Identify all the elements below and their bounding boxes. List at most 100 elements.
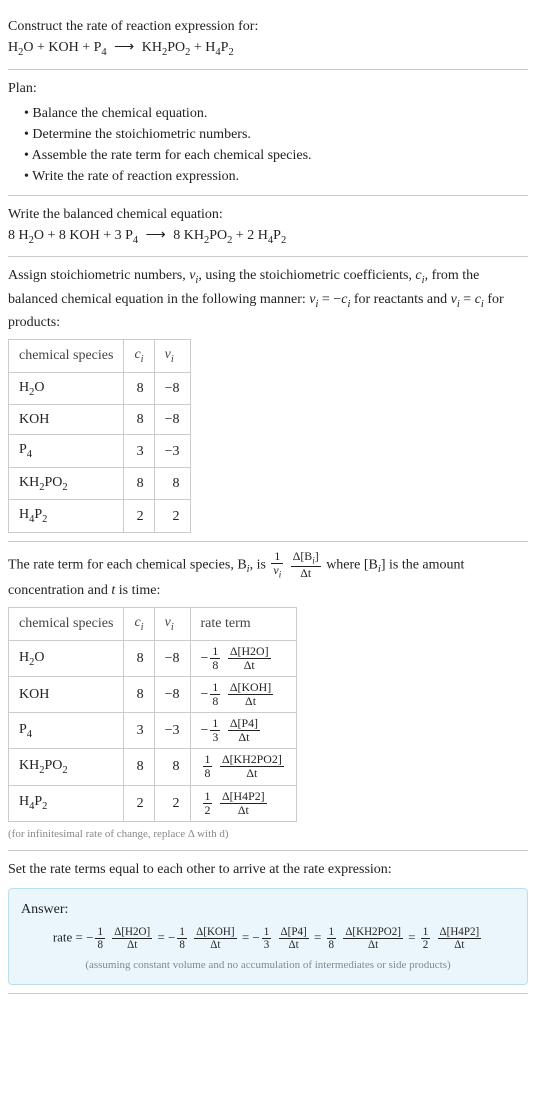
- fraction: Δ[KH2PO2]Δt: [220, 753, 284, 780]
- eq-sub: 2: [281, 234, 286, 245]
- eq-text: O + 8 KOH + 3 P: [34, 228, 133, 243]
- eq-text: P: [273, 228, 281, 243]
- text: is time:: [115, 583, 160, 598]
- col-header-species: chemical species: [9, 340, 124, 373]
- rateterm-cell: −18 Δ[H2O]Δt: [190, 640, 296, 676]
- sign: −: [168, 930, 175, 945]
- fraction: Δ[H4P2]Δt: [438, 926, 482, 951]
- frac-num: Δ[Bi]: [291, 550, 321, 567]
- frac-den: 8: [327, 939, 337, 951]
- table-row: P4 3 −3 −13 Δ[P4]Δt: [9, 713, 297, 749]
- sub: 4: [27, 729, 32, 740]
- assign-text: Assign stoichiometric numbers, νi, using…: [8, 265, 528, 333]
- fraction: 18: [203, 753, 213, 780]
- text: P: [34, 794, 42, 809]
- eq-lhs: O + KOH + P: [23, 40, 101, 55]
- col-header-species: chemical species: [9, 608, 124, 641]
- ci-cell: 2: [124, 500, 154, 533]
- sign: −: [86, 930, 93, 945]
- rateterm-table: chemical species ci νi rate term H 2 O 8 −…: [8, 607, 297, 821]
- fraction: 12: [421, 926, 431, 951]
- table-row: P4 3 −3: [9, 435, 191, 468]
- plan-heading: Plan:: [8, 78, 528, 99]
- eq-rhs: + H: [190, 40, 215, 55]
- frac-num: Δ[KOH]: [194, 926, 236, 939]
- frac-den: Δt: [228, 731, 260, 744]
- species-cell: P4: [9, 435, 124, 468]
- fraction: Δ[Bi] Δt: [291, 550, 321, 580]
- frac-den: Δt: [228, 659, 271, 672]
- ci-cell: 8: [124, 640, 154, 676]
- frac-den: Δt: [343, 939, 403, 951]
- text: Assign stoichiometric numbers,: [8, 268, 189, 283]
- text: P: [19, 442, 27, 457]
- sign: −: [201, 651, 209, 666]
- plan-item: Assemble the rate term for each chemical…: [24, 145, 528, 166]
- text: PO: [44, 758, 62, 773]
- fraction: 12: [203, 790, 213, 817]
- text: , is: [250, 557, 270, 572]
- ci-cell: 2: [124, 785, 154, 821]
- eq-text: 8 KH: [173, 228, 204, 243]
- frac-den: 8: [210, 695, 220, 708]
- separator: =: [154, 930, 168, 945]
- rateterm-cell: −18 Δ[KOH]Δt: [190, 676, 296, 712]
- assign-section: Assign stoichiometric numbers, νi , using…: [8, 257, 528, 542]
- rateterm-cell: 18 Δ[KH2PO2]Δt: [190, 749, 296, 785]
- fraction: Δ[P4]Δt: [279, 926, 309, 951]
- fraction: Δ[H2O]Δt: [112, 926, 152, 951]
- arrow-icon: ⟶: [110, 37, 138, 58]
- text: P: [34, 507, 42, 522]
- frac-den: Δt: [228, 695, 273, 708]
- eq-lhs: H: [8, 40, 18, 55]
- ci-cell: 8: [124, 749, 154, 785]
- text: O: [34, 380, 44, 395]
- col-header-nui: νi: [154, 608, 190, 641]
- text: KOH: [19, 412, 49, 427]
- text: O: [34, 650, 44, 665]
- frac-den: Δt: [438, 939, 482, 951]
- nui-cell: 2: [154, 500, 190, 533]
- frac-num: Δ[KH2PO2]: [220, 753, 284, 767]
- plan-item: Balance the chemical equation.: [24, 103, 528, 124]
- sub-i: i: [279, 569, 281, 579]
- text: KH: [19, 475, 39, 490]
- col-header-nui: νi: [154, 340, 190, 373]
- frac-num: Δ[P4]: [228, 717, 260, 731]
- text: , using the stoichiometric coefficients,: [198, 268, 415, 283]
- frac-num: Δ[KH2PO2]: [343, 926, 403, 939]
- text: H: [19, 507, 29, 522]
- table-header-row: chemical species ci νi: [9, 340, 191, 373]
- fraction: Δ[H2O]Δt: [228, 645, 271, 672]
- plan-item: Write the rate of reaction expression.: [24, 166, 528, 187]
- text: H: [19, 380, 29, 395]
- frac-num: Δ[H2O]: [228, 645, 271, 659]
- fraction: 1 νi: [271, 550, 283, 580]
- frac-den: 8: [203, 767, 213, 780]
- frac-num: 1: [210, 717, 220, 731]
- fraction: 18: [177, 926, 187, 951]
- frac-num: 1: [203, 790, 213, 804]
- eq-rhs: PO: [167, 40, 185, 55]
- text: for reactants and: [350, 292, 450, 307]
- nui-cell: −8: [154, 372, 190, 405]
- frac-den: νi: [271, 564, 283, 580]
- fraction: Δ[H4P2]Δt: [220, 790, 267, 817]
- text: H: [19, 650, 29, 665]
- eq-sub: 2: [228, 47, 233, 58]
- frac-den: 8: [210, 659, 220, 672]
- text: ]: [315, 549, 319, 563]
- fraction: Δ[P4]Δt: [228, 717, 260, 744]
- frac-num: 1: [327, 926, 337, 939]
- stoich-table: chemical species ci νi H2O 8 −8 KOH 8 −8…: [8, 339, 191, 533]
- frac-den: Δt: [220, 804, 267, 817]
- answer-box: Answer: rate = −18 Δ[H2O]Δt = −18 Δ[KOH]…: [8, 888, 528, 985]
- sub: 2: [62, 482, 67, 493]
- nui-cell: −8: [154, 640, 190, 676]
- fraction: 13: [262, 926, 272, 951]
- table-header-row: chemical species ci νi rate term: [9, 608, 297, 641]
- plan-section: Plan: Balance the chemical equation. Det…: [8, 70, 528, 196]
- table-note: (for infinitesimal rate of change, repla…: [8, 826, 528, 843]
- frac-num: Δ[H4P2]: [438, 926, 482, 939]
- species-cell: KOH: [9, 676, 124, 712]
